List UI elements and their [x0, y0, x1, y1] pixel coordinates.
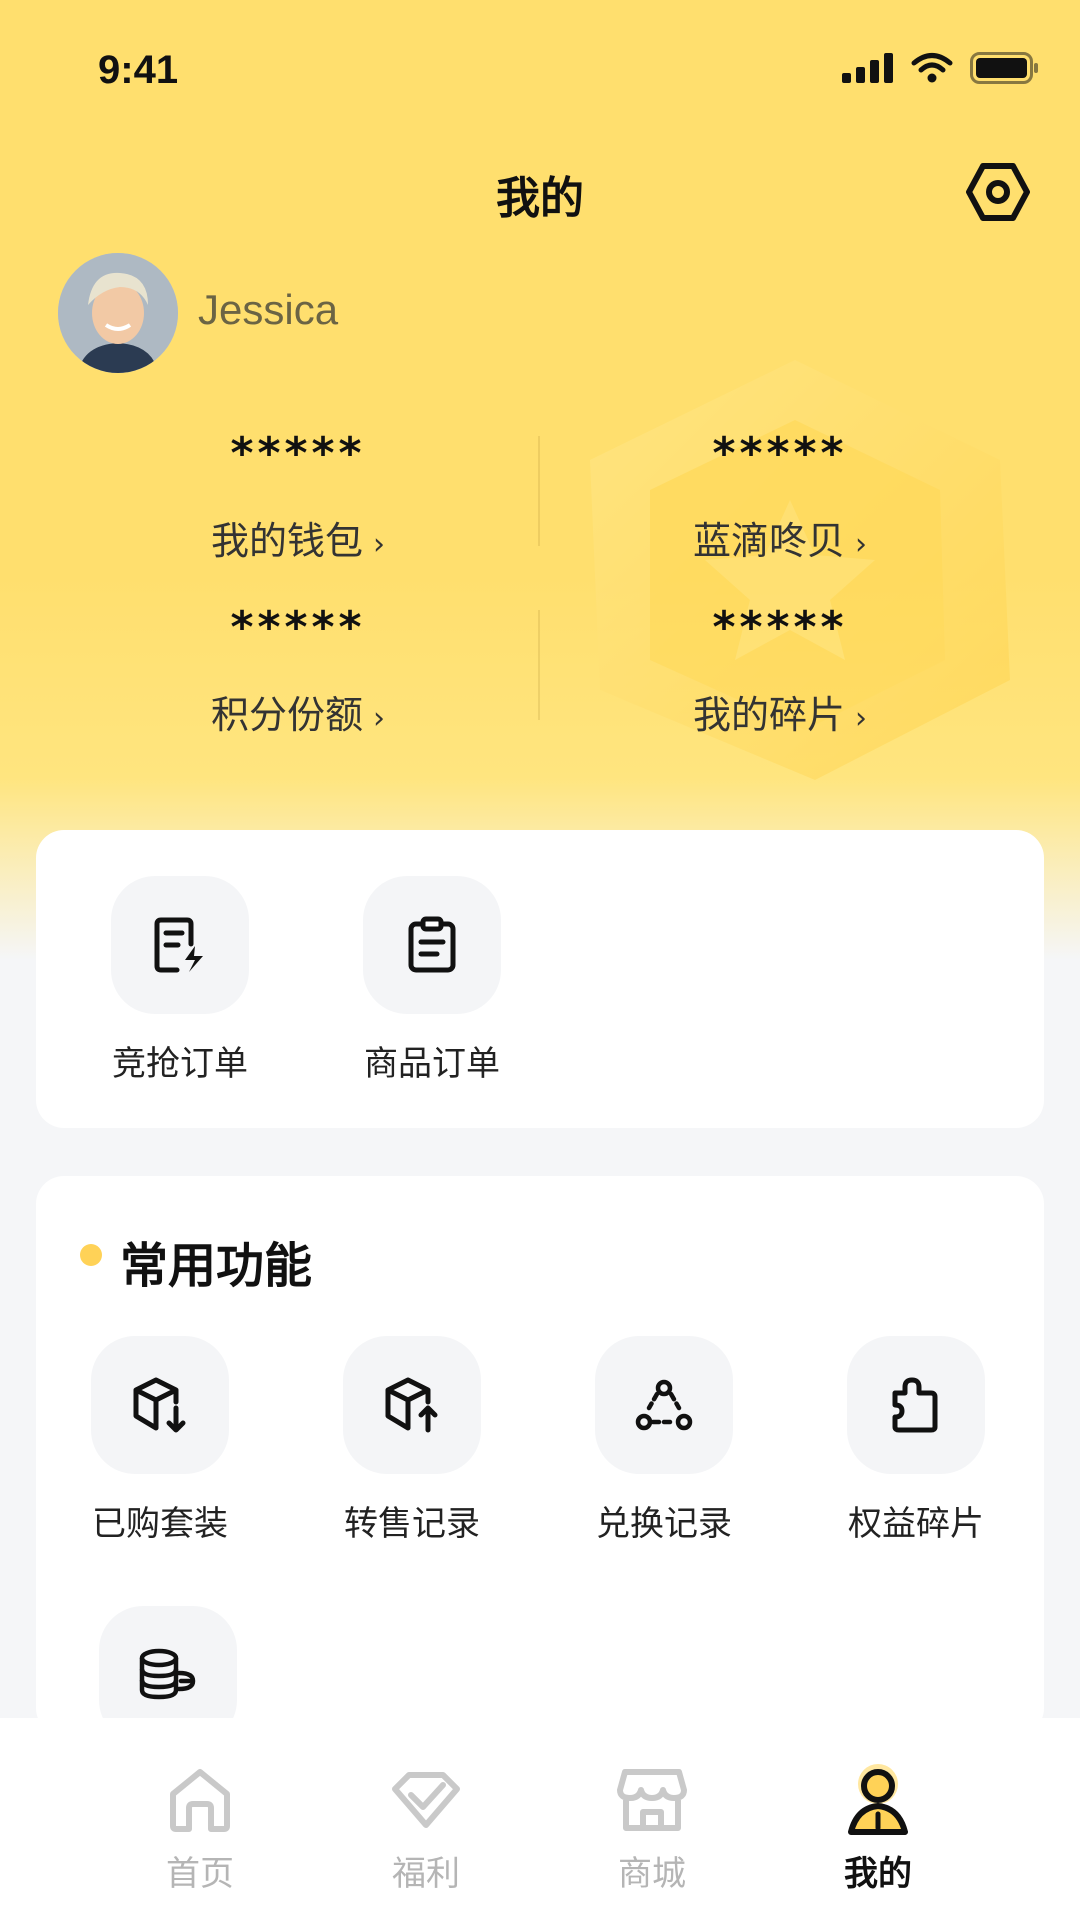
asset-label: 我的碎片 — [692, 693, 845, 737]
tile-icon-bg — [595, 1336, 733, 1474]
flash-order-icon — [154, 917, 203, 973]
tile-label: 转售记录 — [344, 1504, 480, 1544]
section-title: 常用功能 — [120, 1238, 313, 1294]
store-icon — [617, 1769, 687, 1831]
func-tile-purchased[interactable]: 已购套装 — [70, 1336, 250, 1545]
order-tile-goods[interactable]: 商品订单 — [342, 876, 522, 1085]
puzzle-icon — [892, 1377, 938, 1433]
tab-home[interactable]: 首页 — [120, 1760, 280, 1895]
tab-welfare[interactable]: 福利 — [346, 1760, 506, 1895]
tab-bar: 首页 福利 商城 我的 — [0, 1718, 1080, 1920]
status-time: 9:41 — [98, 48, 179, 92]
chevron-right-icon: › — [855, 701, 867, 736]
asset-wallet[interactable]: ***** 我的钱包 › — [28, 432, 568, 565]
tile-label: 竞抢订单 — [112, 1044, 248, 1084]
box-up-icon — [385, 1377, 438, 1433]
asset-fragments[interactable]: ***** 我的碎片 › — [510, 606, 1050, 739]
exchange-icon — [635, 1379, 693, 1431]
order-tile-flash[interactable]: 竞抢订单 — [90, 876, 270, 1085]
clipboard-icon — [408, 916, 456, 973]
chevron-right-icon: › — [373, 701, 385, 736]
wifi-icon — [911, 53, 953, 83]
tile-icon-bg — [363, 876, 501, 1014]
asset-value: ***** — [230, 428, 366, 479]
tile-label: 已购套装 — [92, 1504, 228, 1544]
tile-label: 权益碎片 — [848, 1504, 984, 1544]
status-bar: 9:41 — [0, 0, 1080, 140]
tile-label: 商品订单 — [364, 1044, 500, 1084]
avatar-image — [58, 253, 178, 373]
tile-label: 兑换记录 — [596, 1504, 732, 1544]
settings-button[interactable] — [966, 160, 1030, 224]
tile-icon-bg — [111, 876, 249, 1014]
tile-icon-bg — [847, 1336, 985, 1474]
asset-points[interactable]: ***** 积分份额 › — [28, 606, 568, 739]
username[interactable]: Jessica — [198, 286, 338, 334]
asset-label: 蓝滴咚贝 — [692, 519, 845, 563]
tile-icon-bg — [91, 1336, 229, 1474]
asset-label: 我的钱包 — [210, 519, 363, 563]
tab-store[interactable]: 商城 — [572, 1760, 732, 1895]
asset-label: 积分份额 — [210, 693, 363, 737]
func-tile-resale[interactable]: 转售记录 — [322, 1336, 502, 1545]
tab-label: 福利 — [392, 1854, 460, 1894]
tile-icon-bg — [343, 1336, 481, 1474]
chevron-right-icon: › — [373, 527, 385, 562]
battery-icon — [970, 52, 1038, 84]
home-icon — [170, 1769, 230, 1832]
func-tile-fragments[interactable]: 权益碎片 — [826, 1336, 1006, 1545]
box-down-icon — [133, 1377, 186, 1433]
tab-label: 首页 — [166, 1854, 234, 1894]
asset-value: ***** — [712, 428, 848, 479]
section-dot — [80, 1244, 102, 1266]
asset-beans[interactable]: ***** 蓝滴咚贝 › — [510, 432, 1050, 565]
divider — [538, 610, 540, 720]
asset-value: ***** — [230, 602, 366, 653]
signal-icon — [842, 53, 893, 83]
divider — [538, 436, 540, 546]
orders-card: 竞抢订单 商品订单 — [36, 830, 1044, 1128]
tab-label: 我的 — [844, 1854, 912, 1894]
asset-value: ***** — [712, 602, 848, 653]
chevron-right-icon: › — [855, 527, 867, 562]
coins-icon — [139, 1648, 196, 1700]
avatar[interactable] — [58, 253, 178, 373]
tab-label: 商城 — [618, 1854, 686, 1894]
profile-icon — [848, 1764, 908, 1835]
settings-hex-icon — [966, 163, 1030, 221]
tab-profile[interactable]: 我的 — [798, 1760, 958, 1895]
page-title: 我的 — [496, 173, 584, 224]
welfare-icon — [392, 1772, 460, 1828]
func-tile-exchange[interactable]: 兑换记录 — [574, 1336, 754, 1545]
status-icons — [842, 52, 1040, 84]
